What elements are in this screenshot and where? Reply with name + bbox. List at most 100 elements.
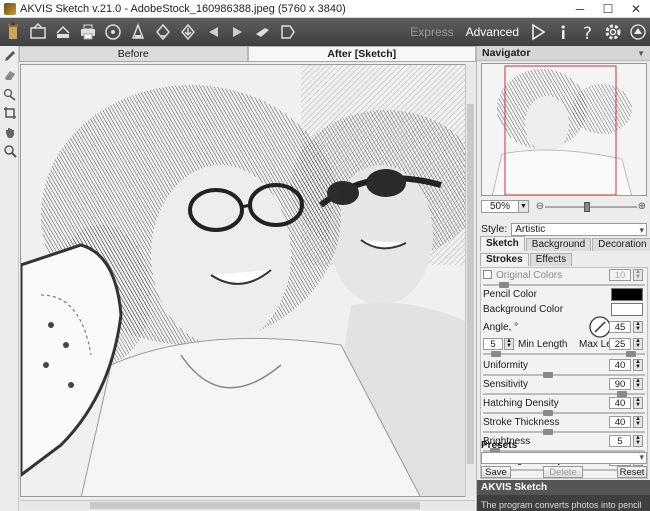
param-row: Uniformity 40 ▲ ▼: [483, 359, 645, 372]
param-slider[interactable]: [483, 429, 645, 435]
presets-title: Presets: [481, 440, 518, 451]
reset-preset-button[interactable]: Reset: [617, 466, 647, 478]
param-value[interactable]: 40: [609, 397, 631, 409]
scroll-thumb[interactable]: [467, 104, 474, 464]
param-slider[interactable]: [483, 391, 645, 397]
brush-icon[interactable]: [252, 21, 274, 43]
view-tabs: Before After [Sketch]: [19, 46, 476, 62]
zoom-tool-icon[interactable]: [0, 141, 19, 160]
param-value[interactable]: 90: [609, 378, 631, 390]
param-label: Hatching Density: [483, 398, 559, 409]
sketch-image: [21, 65, 472, 496]
zoom-controls: 50% ▼ ⊖ ⊕: [481, 199, 647, 213]
presets-select[interactable]: [481, 452, 647, 464]
pencil-color-row: Pencil Color: [483, 288, 645, 301]
info-icon[interactable]: [552, 21, 574, 43]
min-length-value[interactable]: 5: [483, 338, 503, 350]
help-icon[interactable]: ?: [577, 21, 599, 43]
angle-label: Angle, °: [483, 322, 519, 333]
save-preset-button[interactable]: Save: [481, 466, 511, 478]
pencil-color-swatch[interactable]: [611, 288, 643, 301]
background-color-label: Background Color: [483, 304, 564, 315]
history-brush-icon[interactable]: [0, 84, 19, 103]
tab-strokes[interactable]: Strokes: [480, 253, 529, 266]
notification-icon[interactable]: [627, 21, 649, 43]
hand-tool-icon[interactable]: [0, 122, 19, 141]
settings-import-icon[interactable]: [177, 21, 199, 43]
spin-icon[interactable]: ▲▼: [633, 359, 643, 371]
original-colors-label: Original Colors: [496, 270, 563, 281]
background-color-swatch[interactable]: [611, 303, 643, 316]
style-select[interactable]: Artistic: [511, 222, 647, 236]
pencil-color-label: Pencil Color: [483, 289, 537, 300]
advanced-mode-button[interactable]: Advanced: [460, 25, 525, 39]
home-icon[interactable]: [2, 21, 24, 43]
collapse-icon[interactable]: ▼: [637, 46, 645, 61]
original-colors-slider[interactable]: [483, 282, 645, 288]
style-label: Style:: [481, 223, 508, 235]
zoom-in-icon[interactable]: ⊕: [637, 200, 647, 213]
open-icon[interactable]: [27, 21, 49, 43]
length-row: 5 ▲ ▼ Min Length Max Length 25 ▲ ▼: [483, 338, 645, 351]
tab-sketch[interactable]: Sketch: [480, 236, 525, 251]
zoom-dropdown-icon[interactable]: ▼: [519, 199, 529, 213]
save-icon[interactable]: [52, 21, 74, 43]
minimize-button[interactable]: ─: [566, 0, 594, 18]
zoom-slider[interactable]: ⊖ ⊕: [535, 200, 647, 213]
toolbar-right: Express Advanced ?: [404, 18, 650, 46]
param-value[interactable]: 40: [609, 359, 631, 371]
forward-icon[interactable]: [227, 21, 249, 43]
share-icon[interactable]: [102, 21, 124, 43]
param-slider[interactable]: [483, 372, 645, 378]
maximize-button[interactable]: ☐: [594, 0, 622, 18]
main-toolbar: Express Advanced ?: [0, 18, 650, 46]
length-range-slider[interactable]: [483, 351, 645, 357]
run-icon[interactable]: [277, 21, 299, 43]
navigator-preview[interactable]: [481, 63, 647, 196]
batch-icon[interactable]: [127, 21, 149, 43]
spin-icon[interactable]: ▲▼: [633, 269, 643, 281]
angle-row: Angle, ° 45 ▲ ▼: [483, 316, 645, 338]
vertical-scrollbar[interactable]: [465, 64, 475, 497]
zoom-level[interactable]: 50%: [481, 199, 519, 213]
min-length-label: Min Length: [518, 339, 568, 350]
crop-tool-icon[interactable]: [0, 103, 19, 122]
eraser-tool-icon[interactable]: [0, 65, 19, 84]
param-value[interactable]: 40: [609, 416, 631, 428]
image-canvas[interactable]: [20, 64, 473, 497]
express-mode-button[interactable]: Express: [404, 25, 459, 39]
max-length-value[interactable]: 25: [609, 338, 631, 350]
settings-export-icon[interactable]: [152, 21, 174, 43]
tab-effects[interactable]: Effects: [529, 253, 573, 266]
spin-icon[interactable]: ▲▼: [633, 338, 643, 350]
pencil-tool-icon[interactable]: [0, 46, 19, 65]
zoom-out-icon[interactable]: ⊖: [535, 200, 545, 213]
settings-panel: Navigator ▼ 50% ▼ ⊖ ⊕ Style: Artistic Ske…: [476, 46, 650, 511]
spin-icon[interactable]: ▲▼: [633, 416, 643, 428]
spin-icon[interactable]: ▲▼: [504, 338, 514, 350]
print-icon[interactable]: [77, 21, 99, 43]
param-label: Uniformity: [483, 360, 529, 371]
back-icon[interactable]: [202, 21, 224, 43]
tab-after[interactable]: After [Sketch]: [247, 46, 476, 61]
settings-icon[interactable]: [602, 21, 624, 43]
angle-value[interactable]: 45: [609, 321, 631, 333]
tab-before[interactable]: Before: [19, 46, 248, 61]
tab-background[interactable]: Background: [525, 238, 592, 251]
app-icon: [4, 2, 16, 15]
spin-icon[interactable]: ▲▼: [633, 378, 643, 390]
run-icon[interactable]: [527, 21, 549, 43]
zoom-slider-knob[interactable]: [584, 201, 591, 212]
horizontal-scrollbar[interactable]: [20, 500, 475, 510]
background-color-row: Background Color: [483, 303, 645, 316]
spin-icon[interactable]: ▲▼: [633, 397, 643, 409]
param-slider[interactable]: [483, 410, 645, 416]
delete-preset-button[interactable]: Delete: [543, 466, 583, 478]
original-colors-checkbox[interactable]: [483, 270, 492, 279]
help-text: The program converts photos into pencil …: [481, 500, 646, 511]
spin-icon[interactable]: ▲▼: [633, 321, 643, 333]
close-button[interactable]: ✕: [622, 0, 650, 18]
original-colors-value[interactable]: 10: [609, 269, 631, 281]
scroll-thumb[interactable]: [90, 502, 420, 509]
tab-decoration[interactable]: Decoration: [592, 238, 650, 251]
